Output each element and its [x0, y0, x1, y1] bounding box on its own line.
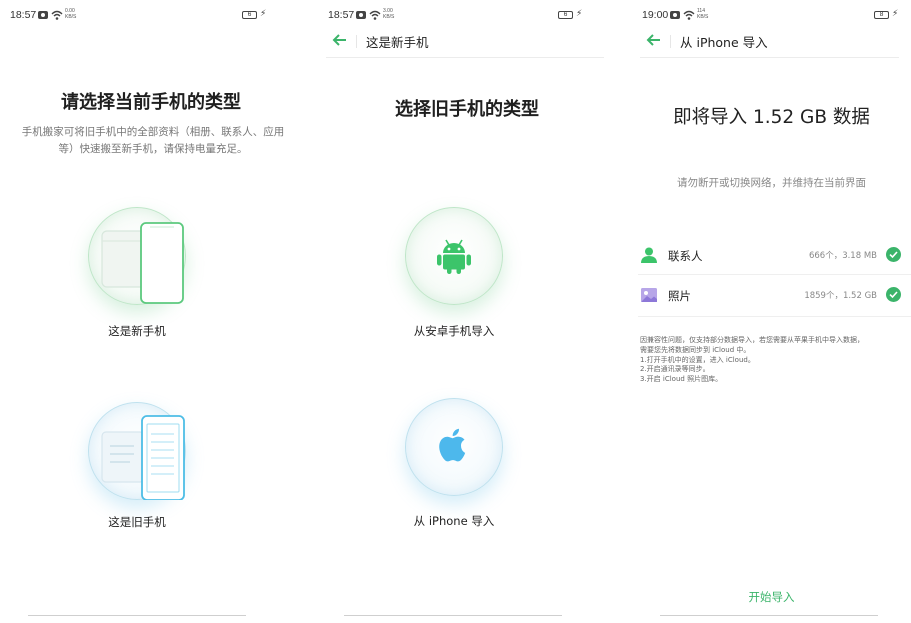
note-line: 3.开启 iCloud 照片图库。 — [640, 375, 723, 384]
page-title: 请选择当前手机的类型 — [61, 92, 241, 113]
header-bar: 从 iPhone 导入 — [640, 28, 899, 58]
compatibility-note: 因兼容性问题，仅支持部分数据导入，若您需要从苹果手机中导入数据， 需要您先将数据… — [640, 336, 901, 385]
page-title: 选择旧手机的类型 — [395, 99, 539, 120]
iphone-option-circle — [405, 398, 503, 496]
list-item-contacts[interactable]: 联系人 666个，3.18 MB — [638, 244, 901, 268]
camera-icon — [38, 11, 48, 19]
network-speed: 114 KB/S — [697, 8, 709, 20]
screen-select-current-phone: 18:57 0.00 KB/S 6 ⚡ 请选择当前手机的类型 手机搬家可将旧手机… — [0, 0, 302, 623]
network-speed: 3.00 KB/S — [383, 8, 395, 20]
network-speed: 0.00 KB/S — [65, 8, 77, 20]
divider — [638, 274, 911, 275]
old-phone-icon — [101, 415, 185, 500]
android-option-circle — [405, 207, 503, 305]
start-import-button[interactable]: 开始导入 — [632, 589, 911, 605]
option-iphone-label: 从 iPhone 导入 — [413, 514, 495, 528]
status-time: 19:00 — [642, 9, 669, 21]
list-item-meta: 666个，3.18 MB — [808, 251, 877, 261]
charging-icon: ⚡ — [260, 9, 267, 19]
import-size-title: 即将导入 1.52 GB 数据 — [673, 107, 870, 128]
header-separator — [670, 35, 671, 48]
header-title: 从 iPhone 导入 — [680, 35, 768, 50]
apple-icon — [439, 428, 466, 462]
old-phone-illustration — [88, 402, 186, 500]
check-icon[interactable] — [886, 287, 901, 302]
status-bar: 18:57 3.00 KB/S 6 ⚡ — [318, 6, 616, 22]
list-item-meta: 1859个，1.52 GB — [804, 291, 877, 301]
page-description: 手机搬家可将旧手机中的全部资料（相册、联系人、应用等）快速搬至新手机，请保持电量… — [21, 126, 285, 155]
note-line: 需要您先将数据同步到 iCloud 中。 — [640, 345, 751, 354]
list-item-label: 联系人 — [668, 249, 703, 263]
header-bar: 这是新手机 — [326, 28, 604, 58]
list-item-label: 照片 — [668, 289, 691, 303]
status-time: 18:57 — [10, 9, 37, 21]
header-separator — [356, 35, 357, 48]
network-hint: 请勿断开或切换网络，并维持在当前界面 — [677, 177, 866, 189]
option-old-label: 这是旧手机 — [108, 515, 166, 529]
header-title: 这是新手机 — [366, 35, 429, 50]
screen-select-old-phone: 18:57 3.00 KB/S 6 ⚡ 这是新手机 选择旧手机的类型 从安卓手机… — [318, 0, 616, 623]
option-new-label: 这是新手机 — [108, 324, 166, 338]
list-item-photos[interactable]: 照片 1859个，1.52 GB — [638, 284, 901, 308]
android-icon — [437, 239, 471, 274]
new-phone-icon — [101, 222, 184, 304]
charging-icon: ⚡ — [892, 9, 899, 19]
wifi-icon — [683, 10, 695, 20]
check-icon[interactable] — [886, 247, 901, 262]
note-line: 2.开启通讯录等同步。 — [640, 365, 710, 374]
home-indicator[interactable] — [344, 615, 562, 616]
new-phone-illustration — [88, 207, 186, 305]
contact-icon — [641, 247, 657, 263]
divider — [638, 316, 911, 317]
home-indicator[interactable] — [660, 615, 878, 616]
photo-icon — [641, 288, 657, 302]
back-arrow-icon[interactable] — [646, 32, 662, 48]
camera-icon — [356, 11, 366, 19]
wifi-icon — [51, 10, 63, 20]
note-line: 因兼容性问题，仅支持部分数据导入，若您需要从苹果手机中导入数据， — [640, 336, 864, 344]
back-arrow-icon[interactable] — [332, 32, 348, 48]
status-bar: 19:00 114 KB/S 8 ⚡ — [632, 6, 911, 22]
status-bar: 18:57 0.00 KB/S 6 ⚡ — [0, 6, 302, 22]
wifi-icon — [369, 10, 381, 20]
status-time: 18:57 — [328, 9, 355, 21]
option-android-label: 从安卓手机导入 — [413, 324, 495, 338]
home-indicator[interactable] — [28, 615, 246, 616]
battery-icon: 6 — [242, 11, 257, 19]
note-line: 1.打开手机中的设置，进入 iCloud。 — [640, 355, 755, 364]
battery-icon: 8 — [874, 11, 889, 19]
battery-icon: 6 — [558, 11, 573, 19]
screen-import-summary: 19:00 114 KB/S 8 ⚡ 从 iPhone 导入 即将导入 1.52… — [632, 0, 911, 623]
charging-icon: ⚡ — [576, 9, 583, 19]
camera-icon — [670, 11, 680, 19]
